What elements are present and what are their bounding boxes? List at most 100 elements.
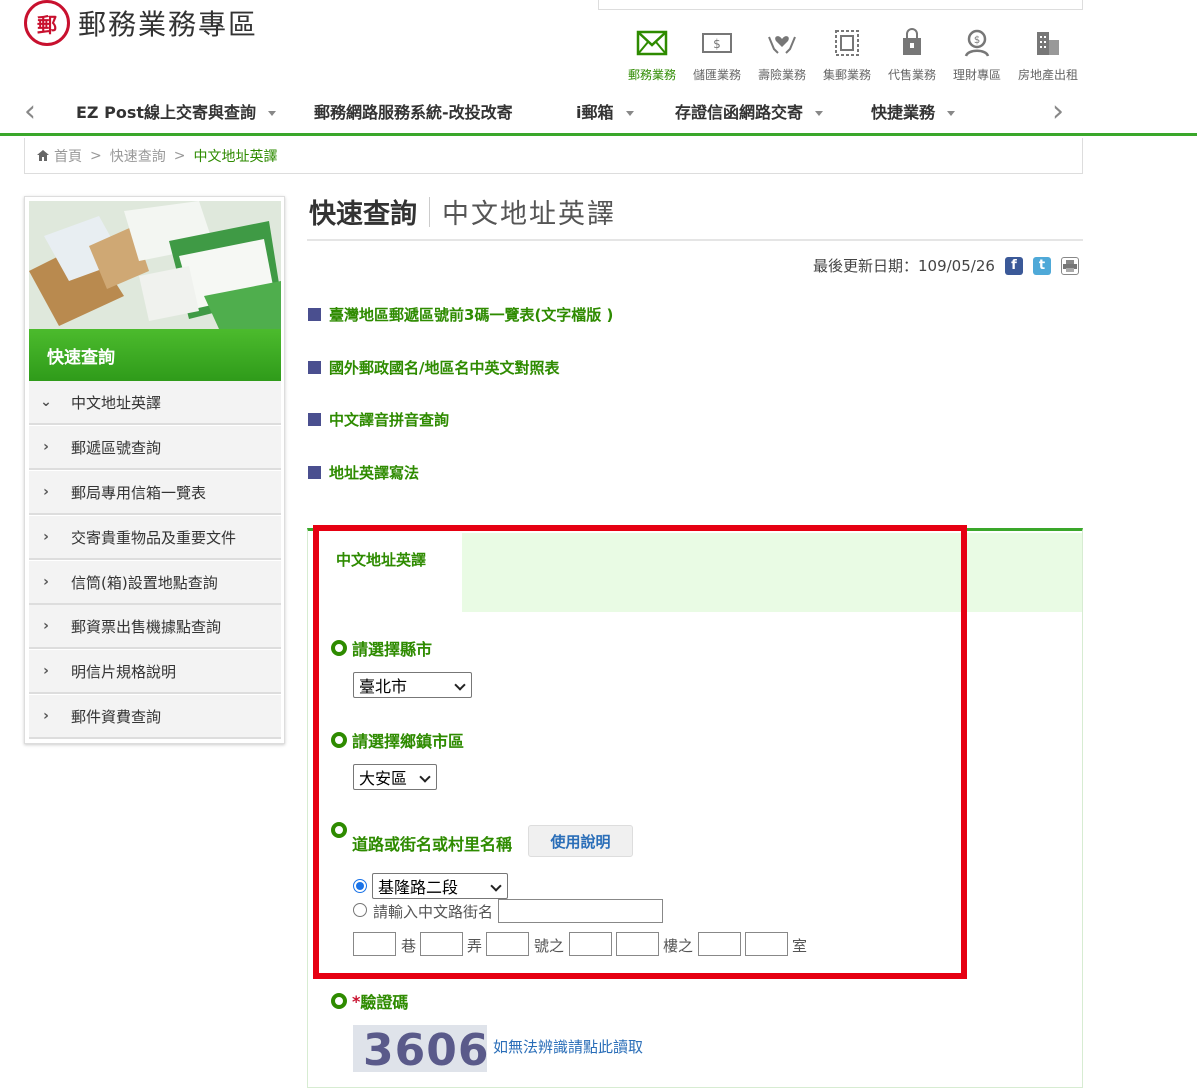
print-icon[interactable] <box>1060 256 1079 275</box>
chevron-right-icon: › <box>43 663 49 679</box>
link-address-writing[interactable]: 地址英譯寫法 <box>308 462 419 483</box>
service-postal[interactable]: 郵務業務 <box>621 24 683 83</box>
sidebar-item-address-translation[interactable]: ⌄ 中文地址英譯 <box>29 381 281 425</box>
caret-down-icon <box>947 111 956 116</box>
step-dot-icon <box>331 993 347 1009</box>
service-label: 房地產出租 <box>1017 68 1078 82</box>
title-divider <box>429 196 430 227</box>
sidebar-item-postage-rates[interactable]: › 郵件資費查詢 <box>29 695 281 739</box>
link-label: 中文譯音拼音查詢 <box>329 411 450 429</box>
service-label: 郵務業務 <box>627 68 676 82</box>
caret-down-icon <box>268 111 276 116</box>
svg-text:$: $ <box>974 35 980 46</box>
breadcrumb-home[interactable]: 首頁 <box>54 146 82 166</box>
bullet-square-icon <box>308 466 321 479</box>
sidebar-item-label: 郵資票出售機據點查詢 <box>71 617 222 636</box>
nav-item-redirect[interactable]: 郵務網路服務系統-改投改寄 <box>314 99 513 123</box>
hands-heart-icon <box>751 24 813 62</box>
captcha-label: 驗證碼 <box>360 993 409 1012</box>
service-savings[interactable]: $ 儲匯業務 <box>686 24 748 83</box>
nav-item-certified-letter[interactable]: 存證信函網路交寄 <box>675 99 824 123</box>
shopping-bag-icon <box>881 24 943 62</box>
nav-item-express[interactable]: 快捷業務 <box>871 99 956 123</box>
main-nav: ‹ EZ Post線上交寄與查詢 郵務網路服務系統-改投改寄 i郵箱 存證信函網… <box>0 88 1197 136</box>
link-foreign-country-names[interactable]: 國外郵政國名/地區名中英文對照表 <box>308 357 559 378</box>
sidebar-item-label: 郵件資費查詢 <box>71 707 162 726</box>
link-zip3-list[interactable]: 臺灣地區郵遞區號前3碼一覽表(文字檔版 ) <box>308 304 613 325</box>
nav-item-ezpost[interactable]: EZ Post線上交寄與查詢 <box>76 99 276 123</box>
breadcrumb-current: 中文地址英譯 <box>193 148 278 165</box>
site-title: 郵務業務專區 <box>78 8 259 41</box>
page-title-main: 快速查詢 <box>309 199 417 230</box>
link-label: 地址英譯寫法 <box>329 464 420 482</box>
last-updated-text: 最後更新日期：109/05/26 <box>813 257 995 275</box>
sidebar-item-mailbox-location[interactable]: › 信筒(箱)設置地點查詢 <box>29 561 281 605</box>
sidebar-item-zipcode[interactable]: › 郵遞區號查詢 <box>29 426 281 470</box>
breadcrumb-separator: > <box>90 147 102 164</box>
nav-item-label: EZ Post線上交寄與查詢 <box>76 103 256 122</box>
page-title-sub: 中文地址英譯 <box>442 199 616 230</box>
service-insurance[interactable]: 壽險業務 <box>751 24 813 83</box>
breadcrumb: 首頁 > 快速查詢 > 中文地址英譯 <box>24 138 1083 174</box>
link-pinyin-lookup[interactable]: 中文譯音拼音查詢 <box>308 409 449 430</box>
service-label: 集郵業務 <box>822 68 871 82</box>
nav-item-label: 存證信函網路交寄 <box>675 103 804 122</box>
service-label: 壽險業務 <box>757 68 806 82</box>
nav-item-label: 郵務網路服務系統-改投改寄 <box>314 103 513 122</box>
service-label: 代售業務 <box>887 68 936 82</box>
money-person-icon: $ <box>946 24 1008 62</box>
chevron-right-icon: › <box>43 529 49 545</box>
captcha-refresh-link[interactable]: 如無法辨識請點此讀取 <box>493 1036 643 1057</box>
nav-next-arrow-icon[interactable]: › <box>1052 94 1064 129</box>
sidebar-item-po-box[interactable]: › 郵局專用信箱一覽表 <box>29 471 281 515</box>
facebook-icon[interactable]: f <box>1004 256 1023 275</box>
required-marker: * <box>352 991 361 1011</box>
chevron-right-icon: › <box>43 618 49 634</box>
service-agency[interactable]: 代售業務 <box>881 24 943 83</box>
breadcrumb-level1[interactable]: 快速查詢 <box>110 146 166 166</box>
sidebar-item-stamp-machine[interactable]: › 郵資票出售機據點查詢 <box>29 605 281 649</box>
chevron-down-icon: ⌄ <box>40 394 52 410</box>
sidebar-item-label: 郵局專用信箱一覽表 <box>71 483 207 502</box>
link-label: 國外郵政國名/地區名中英文對照表 <box>329 359 560 377</box>
service-philately[interactable]: 集郵業務 <box>816 24 878 83</box>
service-label: 理財專區 <box>952 68 1001 82</box>
sidebar-item-postcard-spec[interactable]: › 明信片規格說明 <box>29 650 281 694</box>
chevron-right-icon: › <box>43 439 49 455</box>
sidebar-banner-image <box>29 201 281 329</box>
caret-down-icon <box>815 111 824 116</box>
sidebar: 快速查詢 ⌄ 中文地址英譯 › 郵遞區號查詢 › 郵局專用信箱一覽表 › 交寄貴重物品及… <box>24 196 285 744</box>
page-title: 快速查詢 中文地址英譯 <box>309 192 616 231</box>
nav-item-imailbox[interactable]: i郵箱 <box>576 99 634 123</box>
service-real-estate[interactable]: 房地產出租 <box>1017 24 1079 83</box>
breadcrumb-separator: > <box>173 147 186 164</box>
top-utility-bar <box>598 0 1083 10</box>
captcha-image: 3606 <box>353 1025 487 1072</box>
captcha-code: 3606 <box>363 1025 487 1072</box>
bullet-square-icon <box>308 308 321 321</box>
link-label: 臺灣地區郵遞區號前3碼一覽表(文字檔版 ) <box>329 306 614 324</box>
twitter-icon[interactable]: t <box>1032 256 1051 275</box>
post-logo-icon: 郵 <box>24 0 70 46</box>
service-label: 儲匯業務 <box>692 68 741 82</box>
sidebar-item-label: 明信片規格說明 <box>71 662 177 681</box>
nav-item-label: i郵箱 <box>576 103 614 122</box>
building-icon <box>1017 24 1079 62</box>
nav-prev-arrow-icon[interactable]: ‹ <box>24 94 36 129</box>
service-finance[interactable]: $ 理財專區 <box>946 24 1008 83</box>
nav-item-label: 快捷業務 <box>871 103 936 122</box>
chevron-right-icon: › <box>43 708 49 724</box>
highlight-frame <box>313 525 967 979</box>
home-icon <box>37 150 49 161</box>
sidebar-item-label: 信筒(箱)設置地點查詢 <box>71 573 218 592</box>
sidebar-item-valuables[interactable]: › 交寄貴重物品及重要文件 <box>29 516 281 560</box>
captcha-question: * 驗證碼 <box>331 989 408 1013</box>
sidebar-heading: 快速查詢 <box>29 329 281 381</box>
dollar-bill-icon: $ <box>686 24 748 62</box>
site-logo[interactable]: 郵 郵務業務專區 <box>24 0 258 46</box>
last-updated: 最後更新日期：109/05/26 f t <box>813 255 1079 276</box>
bullet-square-icon <box>308 413 321 426</box>
caret-down-icon <box>625 111 634 116</box>
chevron-right-icon: › <box>43 574 49 590</box>
sidebar-item-label: 郵遞區號查詢 <box>71 438 162 457</box>
